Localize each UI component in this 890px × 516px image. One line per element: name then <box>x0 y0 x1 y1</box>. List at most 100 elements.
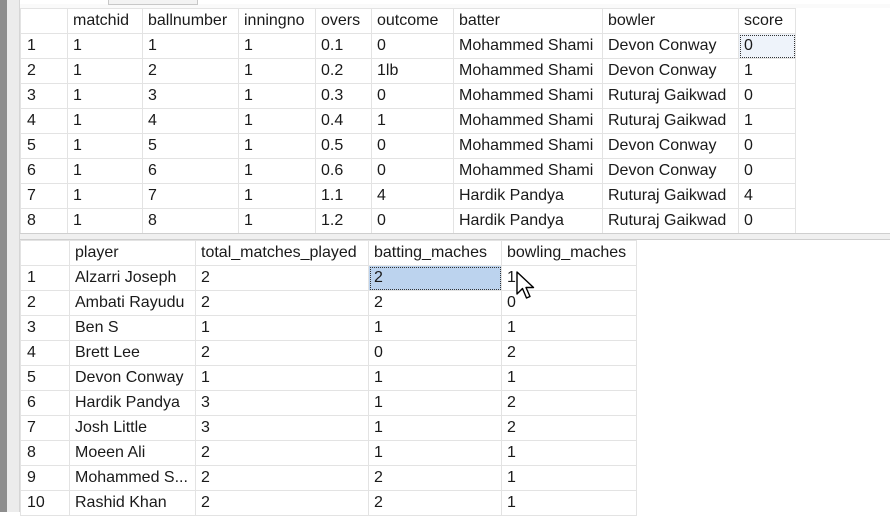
cell-ballnumber[interactable]: 4 <box>142 108 239 134</box>
cell-outcome[interactable]: 1 <box>371 108 454 134</box>
cell-total-matches-played[interactable]: 2 <box>195 290 369 316</box>
column-header-batter[interactable]: batter <box>453 8 603 34</box>
column-header-ballnumber[interactable]: ballnumber <box>142 8 239 34</box>
cell-bowler[interactable]: Ruturaj Gaikwad <box>602 208 739 234</box>
cell-bowler[interactable]: Devon Conway <box>602 58 739 84</box>
cell-ballnumber[interactable]: 8 <box>142 208 239 234</box>
cell-total-matches-played[interactable]: 3 <box>195 415 369 441</box>
results-grid-player-matches[interactable]: player total_matches_played batting_mach… <box>20 240 637 516</box>
cell-matchid[interactable]: 1 <box>67 158 143 184</box>
cell-matchid[interactable]: 1 <box>67 58 143 84</box>
cell-score[interactable]: 0 <box>738 158 796 184</box>
cell-player[interactable]: Moeen Ali <box>69 440 196 466</box>
table-row[interactable]: 5 Devon Conway 1 1 1 <box>20 365 637 391</box>
cell-ballnumber[interactable]: 2 <box>142 58 239 84</box>
cell-batter[interactable]: Mohammed Shami <box>453 133 603 159</box>
cell-bowler[interactable]: Devon Conway <box>602 33 739 59</box>
cell-outcome[interactable]: 1lb <box>371 58 454 84</box>
table-row[interactable]: 5 1 5 1 0.5 0 Mohammed Shami Devon Conwa… <box>20 133 796 159</box>
cell-total-matches-played[interactable]: 2 <box>195 265 369 291</box>
cell-score[interactable]: 0 <box>738 83 796 109</box>
row-number[interactable]: 6 <box>20 390 70 416</box>
cell-bowler[interactable]: Devon Conway <box>602 158 739 184</box>
row-number[interactable]: 6 <box>20 158 68 184</box>
cell-total-matches-played[interactable]: 2 <box>195 465 369 491</box>
cell-matchid[interactable]: 1 <box>67 83 143 109</box>
table-row[interactable]: 7 Josh Little 3 1 2 <box>20 415 637 441</box>
cell-matchid[interactable]: 1 <box>67 133 143 159</box>
cell-batter[interactable]: Mohammed Shami <box>453 58 603 84</box>
cell-batting-maches[interactable]: 2 <box>368 290 502 316</box>
cell-bowler[interactable]: Ruturaj Gaikwad <box>602 83 739 109</box>
cell-batter[interactable]: Hardik Pandya <box>453 208 603 234</box>
row-number[interactable]: 8 <box>20 440 70 466</box>
cell-player[interactable]: Ben S <box>69 315 196 341</box>
table-row[interactable]: 4 Brett Lee 2 0 2 <box>20 340 637 366</box>
cell-total-matches-played[interactable]: 2 <box>195 340 369 366</box>
column-header-outcome[interactable]: outcome <box>371 8 454 34</box>
cell-total-matches-played[interactable]: 1 <box>195 365 369 391</box>
column-header-bowling-maches[interactable]: bowling_maches <box>501 240 637 266</box>
cell-total-matches-played[interactable]: 3 <box>195 390 369 416</box>
cell-ballnumber[interactable]: 1 <box>142 33 239 59</box>
cell-outcome[interactable]: 4 <box>371 183 454 209</box>
cell-bowling-maches[interactable]: 1 <box>501 315 637 341</box>
cell-inningno[interactable]: 1 <box>238 133 316 159</box>
column-header-player[interactable]: player <box>69 240 196 266</box>
row-number[interactable]: 9 <box>20 465 70 491</box>
cell-matchid[interactable]: 1 <box>67 108 143 134</box>
row-number[interactable]: 7 <box>20 183 68 209</box>
cell-outcome[interactable]: 0 <box>371 158 454 184</box>
table-row[interactable]: 2 1 2 1 0.2 1lb Mohammed Shami Devon Con… <box>20 58 796 84</box>
cell-score-focused[interactable]: 0 <box>738 33 796 59</box>
cell-batter[interactable]: Mohammed Shami <box>453 33 603 59</box>
cell-score[interactable]: 0 <box>738 133 796 159</box>
row-number[interactable]: 1 <box>20 265 70 291</box>
cell-batting-maches[interactable]: 1 <box>368 365 502 391</box>
messages-tab-edge[interactable] <box>108 0 198 5</box>
cell-inningno[interactable]: 1 <box>238 58 316 84</box>
cell-batting-maches[interactable]: 1 <box>368 440 502 466</box>
cell-inningno[interactable]: 1 <box>238 183 316 209</box>
cell-batting-maches-selected[interactable]: 2 <box>368 265 502 291</box>
cell-batting-maches[interactable]: 1 <box>368 315 502 341</box>
cell-overs[interactable]: 0.1 <box>315 33 372 59</box>
table-row[interactable]: 1 1 1 1 0.1 0 Mohammed Shami Devon Conwa… <box>20 33 796 59</box>
cell-overs[interactable]: 0.6 <box>315 158 372 184</box>
table-row[interactable]: 6 Hardik Pandya 3 1 2 <box>20 390 637 416</box>
cell-ballnumber[interactable]: 3 <box>142 83 239 109</box>
table-row[interactable]: 3 Ben S 1 1 1 <box>20 315 637 341</box>
cell-outcome[interactable]: 0 <box>371 83 454 109</box>
cell-player[interactable]: Alzarri Joseph <box>69 265 196 291</box>
cell-batting-maches[interactable]: 2 <box>368 465 502 491</box>
cell-matchid[interactable]: 1 <box>67 183 143 209</box>
table-row[interactable]: 4 1 4 1 0.4 1 Mohammed Shami Ruturaj Gai… <box>20 108 796 134</box>
cell-bowling-maches[interactable]: 2 <box>501 415 637 441</box>
cell-overs[interactable]: 0.2 <box>315 58 372 84</box>
column-header-matchid[interactable]: matchid <box>67 8 143 34</box>
cell-player[interactable]: Ambati Rayudu <box>69 290 196 316</box>
cell-bowler[interactable]: Devon Conway <box>602 133 739 159</box>
cell-batter[interactable]: Mohammed Shami <box>453 83 603 109</box>
cell-player[interactable]: Josh Little <box>69 415 196 441</box>
cell-player[interactable]: Hardik Pandya <box>69 390 196 416</box>
cell-outcome[interactable]: 0 <box>371 208 454 234</box>
cell-inningno[interactable]: 1 <box>238 33 316 59</box>
row-number[interactable]: 5 <box>20 133 68 159</box>
cell-bowler[interactable]: Ruturaj Gaikwad <box>602 108 739 134</box>
cell-overs[interactable]: 0.4 <box>315 108 372 134</box>
cell-overs[interactable]: 0.5 <box>315 133 372 159</box>
cell-ballnumber[interactable]: 5 <box>142 133 239 159</box>
column-header-score[interactable]: score <box>738 8 796 34</box>
cell-bowling-maches[interactable]: 0 <box>501 290 637 316</box>
cell-bowling-maches[interactable]: 2 <box>501 390 637 416</box>
cell-matchid[interactable]: 1 <box>67 208 143 234</box>
table-row[interactable]: 1 Alzarri Joseph 2 2 1 <box>20 265 637 291</box>
column-header-overs[interactable]: overs <box>315 8 372 34</box>
cell-overs[interactable]: 1.1 <box>315 183 372 209</box>
column-header-total-matches-played[interactable]: total_matches_played <box>195 240 369 266</box>
cell-bowling-maches[interactable]: 1 <box>501 365 637 391</box>
row-number[interactable]: 2 <box>20 58 68 84</box>
row-number[interactable]: 2 <box>20 290 70 316</box>
cell-batter[interactable]: Mohammed Shami <box>453 158 603 184</box>
